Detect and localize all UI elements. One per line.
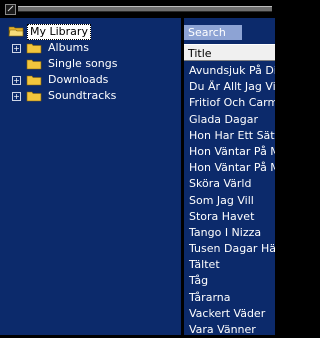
- list-item[interactable]: Hon Väntar På Mig: [184, 160, 275, 176]
- column-header-title[interactable]: Title: [184, 44, 275, 61]
- tree-label-downloads[interactable]: Downloads: [48, 73, 108, 87]
- tab-search[interactable]: Search: [184, 25, 242, 40]
- list-item[interactable]: Stora Havet: [184, 209, 275, 225]
- folder-icon: [26, 59, 42, 70]
- library-tree-pane[interactable]: My Library + Albums Single songs + Downl…: [0, 18, 181, 335]
- list-item[interactable]: Som Jag Vill: [184, 193, 275, 209]
- list-item[interactable]: Sköra Värld: [184, 176, 275, 192]
- open-folder-icon: [8, 26, 24, 37]
- folder-icon: [26, 43, 42, 54]
- list-item[interactable]: Tårarna: [184, 290, 275, 306]
- tree-item-soundtracks[interactable]: + Soundtracks: [12, 88, 172, 104]
- splitter-groove[interactable]: [18, 6, 272, 12]
- search-results-list[interactable]: Avundsjuk På Dig Du Är Allt Jag Vill H F…: [184, 63, 275, 338]
- list-item[interactable]: Vackert Väder: [184, 306, 275, 322]
- resize-handle-icon[interactable]: [5, 4, 16, 15]
- top-splitter-bar: [0, 0, 275, 18]
- list-item[interactable]: Tango I Nizza: [184, 225, 275, 241]
- list-item[interactable]: Fritiof Och Carmen: [184, 95, 275, 111]
- tree-label-my-library[interactable]: My Library: [27, 24, 91, 40]
- plus-expander-icon[interactable]: +: [12, 76, 21, 85]
- list-item[interactable]: Tåg: [184, 273, 275, 289]
- tree-item-single-songs[interactable]: Single songs: [12, 56, 172, 72]
- list-item[interactable]: Du Är Allt Jag Vill H: [184, 79, 275, 95]
- tree-label-soundtracks[interactable]: Soundtracks: [48, 89, 116, 103]
- tree-item-albums[interactable]: + Albums: [12, 40, 172, 56]
- tree-item-my-library[interactable]: My Library: [6, 23, 176, 40]
- folder-icon: [26, 75, 42, 86]
- list-item[interactable]: Avundsjuk På Dig: [184, 63, 275, 79]
- list-item[interactable]: Tusen Dagar Härif: [184, 241, 275, 257]
- list-item[interactable]: Hon Väntar På Mig: [184, 144, 275, 160]
- tree-item-downloads[interactable]: + Downloads: [12, 72, 172, 88]
- search-results-pane[interactable]: Search Title Avundsjuk På Dig Du Är Allt…: [184, 18, 275, 338]
- tree-label-albums[interactable]: Albums: [48, 41, 89, 55]
- plus-expander-icon[interactable]: +: [12, 92, 21, 101]
- list-item[interactable]: Vara Vänner: [184, 322, 275, 338]
- tree-label-single-songs[interactable]: Single songs: [48, 57, 117, 71]
- list-item[interactable]: Glada Dagar: [184, 112, 275, 128]
- list-item[interactable]: Hon Har Ett Sätt: [184, 128, 275, 144]
- list-item[interactable]: Tältet: [184, 257, 275, 273]
- folder-icon: [26, 91, 42, 102]
- plus-expander-icon[interactable]: +: [12, 44, 21, 53]
